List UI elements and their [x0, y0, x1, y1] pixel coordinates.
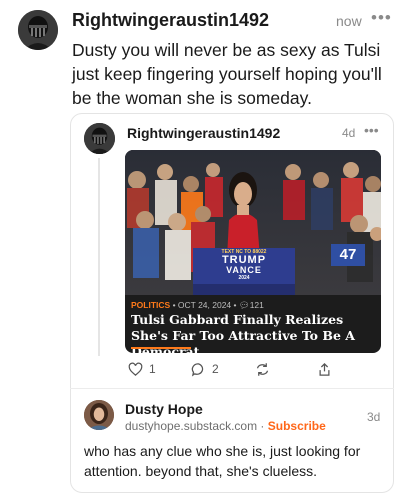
restack-button[interactable]: [255, 361, 270, 377]
timestamp: now: [336, 13, 362, 29]
post-category[interactable]: POLITICS: [131, 300, 170, 310]
read-progress-bar: [131, 347, 191, 349]
podium-sign: TEXT NC TO 88022 TRUMP VANCE 2024: [221, 249, 267, 281]
reply-body: who has any clue who she is, just lookin…: [84, 443, 361, 479]
reply-timestamp: 3d: [367, 410, 381, 424]
subscribe-button[interactable]: Subscribe: [268, 419, 326, 433]
comment-icon: 💬︎: [238, 300, 250, 310]
reply-avatar[interactable]: [84, 400, 114, 430]
crowd-sign: 47: [339, 246, 357, 263]
note-body: Dusty you will never be as sexy as Tulsi…: [72, 40, 382, 108]
post-date: OCT 24, 2024: [177, 300, 232, 310]
avatar[interactable]: [18, 10, 58, 50]
restack-icon: [256, 362, 269, 376]
quoted-timestamp: 4d: [342, 126, 356, 140]
post-photo: TEXT NC TO 88022 TRUMP VANCE 2024 47: [125, 150, 381, 295]
author-name[interactable]: Rightwingeraustin1492: [72, 10, 269, 31]
heart-icon: [128, 362, 143, 376]
post-meta: POLITICS • OCT 24, 2024 • 💬︎121: [131, 300, 264, 310]
quoted-author-name[interactable]: Rightwingeraustin1492: [127, 125, 280, 141]
like-count: 1: [149, 362, 156, 376]
comment-icon: [191, 362, 204, 377]
post-comment-count: 121: [249, 300, 264, 310]
share-icon: [319, 362, 330, 376]
post-embed-card[interactable]: TEXT NC TO 88022 TRUMP VANCE 2024 47 POL…: [125, 150, 381, 353]
divider: [70, 388, 394, 389]
comment-button[interactable]: 2: [191, 361, 219, 377]
more-options-icon[interactable]: •••: [371, 8, 392, 28]
reply-domain[interactable]: dustyhope.substack.com: [125, 419, 257, 433]
quoted-avatar[interactable]: [84, 123, 115, 154]
like-button[interactable]: 1: [128, 361, 156, 377]
quoted-more-options-icon[interactable]: •••: [364, 122, 379, 138]
comment-count: 2: [212, 362, 219, 376]
share-button[interactable]: [317, 361, 332, 377]
reply-author-name[interactable]: Dusty Hope: [125, 401, 203, 417]
thread-line: [98, 158, 100, 356]
reply-meta: dustyhope.substack.com · Subscribe: [125, 419, 326, 433]
